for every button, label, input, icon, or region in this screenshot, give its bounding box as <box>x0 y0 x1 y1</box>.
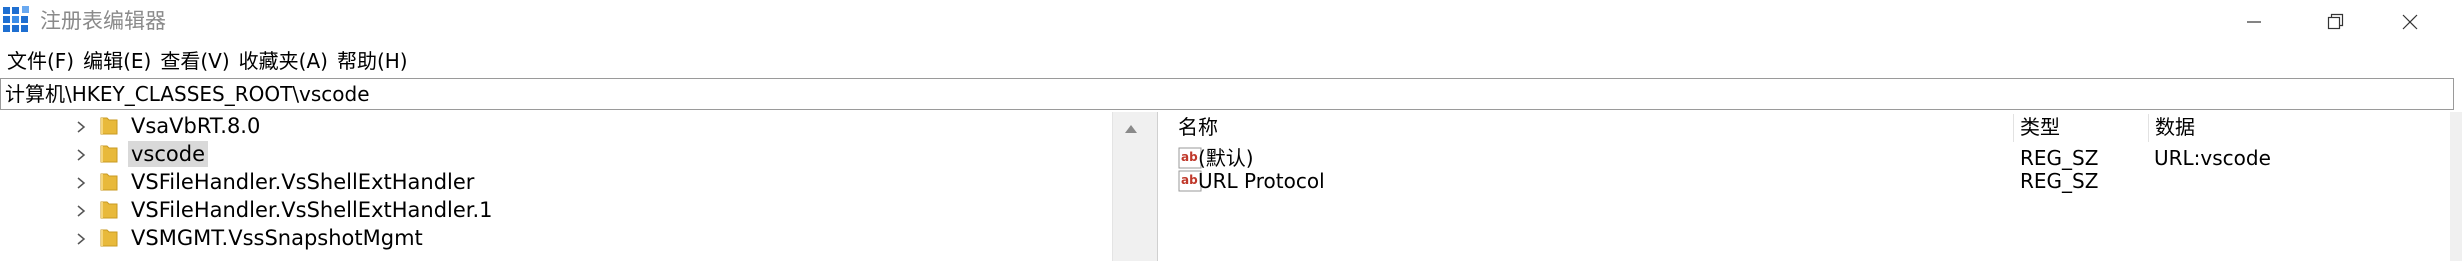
chevron-right-icon[interactable] <box>74 119 88 133</box>
registry-editor-icon <box>2 6 30 34</box>
tree-item-label[interactable]: VsaVbRT.8.0 <box>128 113 263 139</box>
address-path[interactable]: 计算机\HKEY_CLASSES_ROOT\vscode <box>5 81 370 107</box>
column-divider[interactable] <box>2013 114 2014 142</box>
svg-text:ab: ab <box>1181 150 1198 164</box>
window-title: 注册表编辑器 <box>40 9 166 33</box>
menu-file[interactable]: 文件(F) <box>4 48 80 74</box>
restore-icon <box>2327 13 2345 31</box>
folder-icon <box>98 171 120 193</box>
chevron-right-icon[interactable] <box>74 147 88 161</box>
scroll-up-arrow-icon[interactable] <box>1123 120 1139 139</box>
close-button[interactable] <box>2374 0 2446 44</box>
close-icon <box>2401 13 2419 31</box>
column-divider[interactable] <box>2148 114 2149 142</box>
minimize-button[interactable] <box>2218 0 2290 44</box>
pane-splitter[interactable] <box>1150 112 1158 261</box>
chevron-right-icon[interactable] <box>74 231 88 245</box>
value-name: URL Protocol <box>1198 169 1325 193</box>
restore-button[interactable] <box>2300 0 2372 44</box>
tree-item-label[interactable]: vscode <box>128 141 209 167</box>
menu-view[interactable]: 查看(V) <box>157 48 235 74</box>
menu-favorites[interactable]: 收藏夹(A) <box>236 48 334 74</box>
menu-edit[interactable]: 编辑(E) <box>80 48 157 74</box>
minimize-icon <box>2246 14 2262 30</box>
value-row[interactable]: ab URL Protocol REG_SZ <box>1158 165 2462 197</box>
key-tree-pane[interactable]: VsaVbRT.8.0 vscode VSFileHandler.VsShell… <box>0 112 1150 261</box>
column-header-data[interactable]: 数据 <box>2153 114 2195 144</box>
column-header-type[interactable]: 类型 <box>2018 114 2060 144</box>
value-type: REG_SZ <box>2020 169 2099 193</box>
folder-icon <box>98 199 120 221</box>
svg-text:ab: ab <box>1181 173 1198 187</box>
menu-bar: 文件(F) 编辑(E) 查看(V) 收藏夹(A) 帮助(H) <box>0 46 2462 76</box>
folder-icon <box>98 115 120 137</box>
value-list-pane[interactable]: 名称 类型 数据 ab (默认) REG_SZ URL:vscode ab UR… <box>1158 112 2462 261</box>
chevron-right-icon[interactable] <box>74 175 88 189</box>
title-bar: 注册表编辑器 <box>0 0 2462 46</box>
tree-item-label[interactable]: VSMGMT.VssSnapshotMgmt <box>128 225 426 251</box>
tree-item-label[interactable]: VSFileHandler.VsShellExtHandler <box>128 169 477 195</box>
tree-item-label[interactable]: VSFileHandler.VsShellExtHandler.1 <box>128 197 496 223</box>
address-bar[interactable]: 计算机\HKEY_CLASSES_ROOT\vscode <box>0 78 2454 110</box>
menu-help[interactable]: 帮助(H) <box>334 48 414 74</box>
tree-scrollbar[interactable] <box>1112 112 1150 261</box>
value-pane-scrollbar-edge[interactable] <box>2450 112 2462 261</box>
folder-icon <box>98 227 120 249</box>
column-header-name[interactable]: 名称 <box>1176 114 1218 144</box>
folder-icon <box>98 143 120 165</box>
chevron-right-icon[interactable] <box>74 203 88 217</box>
